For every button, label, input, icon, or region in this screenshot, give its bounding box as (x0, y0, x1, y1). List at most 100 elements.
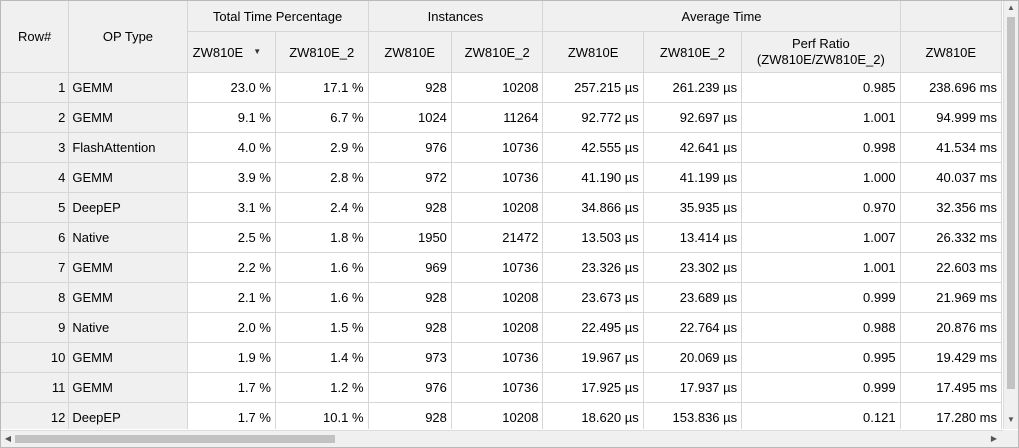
total-time-zw810e-cell[interactable]: 9.1 % (186, 102, 276, 133)
table-row[interactable]: 8 GEMM 2.1 % 1.6 % 928 10208 23.673 µs 23.689 µ… (1, 282, 1003, 313)
op-type-cell[interactable]: Native (68, 222, 188, 253)
average-time-zw810e-cell[interactable]: 41.190 µs (542, 162, 644, 193)
perf-ratio-cell[interactable]: 1.001 (741, 252, 901, 283)
instances-zw810e-cell[interactable]: 973 (367, 342, 452, 373)
perf-ratio-cell[interactable]: 0.999 (741, 282, 901, 313)
next-zw810e-cell[interactable]: 20.876 ms (899, 312, 1003, 343)
next-zw810e-cell[interactable]: 32.356 ms (899, 192, 1003, 223)
perf-ratio-cell[interactable]: 0.121 (741, 402, 901, 429)
next-zw810e-cell[interactable]: 26.332 ms (899, 222, 1003, 253)
header-average-time-zw810e[interactable]: ZW810E (542, 31, 644, 73)
header-total-time-zw810e-2[interactable]: ZW810E_2 (274, 31, 369, 73)
average-time-zw810e-2-cell[interactable]: 17.937 µs (642, 372, 743, 403)
average-time-zw810e-cell[interactable]: 92.772 µs (542, 102, 644, 133)
total-time-zw810e-2-cell[interactable]: 6.7 % (274, 102, 369, 133)
header-op-type[interactable]: OP Type (68, 1, 188, 73)
perf-ratio-cell[interactable]: 0.988 (741, 312, 901, 343)
row-number-cell[interactable]: 6 (1, 222, 70, 253)
next-zw810e-cell[interactable]: 21.969 ms (899, 282, 1003, 313)
total-time-zw810e-2-cell[interactable]: 1.4 % (274, 342, 369, 373)
total-time-zw810e-2-cell[interactable]: 10.1 % (274, 402, 369, 429)
instances-zw810e-cell[interactable]: 976 (367, 372, 452, 403)
op-type-cell[interactable]: DeepEP (68, 192, 188, 223)
table-row[interactable]: 9 Native 2.0 % 1.5 % 928 10208 22.495 µs 22.764… (1, 312, 1003, 343)
instances-zw810e-2-cell[interactable]: 10208 (450, 72, 544, 103)
average-time-zw810e-2-cell[interactable]: 23.689 µs (642, 282, 743, 313)
average-time-zw810e-2-cell[interactable]: 261.239 µs (642, 72, 743, 103)
average-time-zw810e-cell[interactable]: 257.215 µs (542, 72, 644, 103)
instances-zw810e-2-cell[interactable]: 10736 (450, 372, 544, 403)
average-time-zw810e-2-cell[interactable]: 92.697 µs (642, 102, 743, 133)
total-time-zw810e-cell[interactable]: 2.5 % (186, 222, 276, 253)
vertical-scrollbar[interactable]: ▲ ▼ (1003, 1, 1018, 429)
op-type-cell[interactable]: Native (68, 312, 188, 343)
perf-ratio-cell[interactable]: 0.999 (741, 372, 901, 403)
instances-zw810e-2-cell[interactable]: 11264 (450, 102, 544, 133)
header-instances-zw810e-2[interactable]: ZW810E_2 (450, 31, 544, 73)
row-number-cell[interactable]: 4 (1, 162, 70, 193)
instances-zw810e-cell[interactable]: 928 (367, 72, 452, 103)
header-average-time-zw810e-2[interactable]: ZW810E_2 (642, 31, 743, 73)
table-row[interactable]: 7 GEMM 2.2 % 1.6 % 969 10736 23.326 µs 23.302 µ… (1, 252, 1003, 283)
header-row-number[interactable]: Row# (1, 1, 70, 73)
total-time-zw810e-2-cell[interactable]: 1.5 % (274, 312, 369, 343)
average-time-zw810e-cell[interactable]: 13.503 µs (542, 222, 644, 253)
average-time-zw810e-cell[interactable]: 23.673 µs (542, 282, 644, 313)
total-time-zw810e-cell[interactable]: 2.0 % (186, 312, 276, 343)
instances-zw810e-2-cell[interactable]: 10208 (450, 192, 544, 223)
instances-zw810e-2-cell[interactable]: 10736 (450, 342, 544, 373)
op-type-cell[interactable]: GEMM (68, 342, 188, 373)
perf-ratio-cell[interactable]: 1.000 (741, 162, 901, 193)
row-number-cell[interactable]: 12 (1, 402, 70, 429)
op-type-cell[interactable]: GEMM (68, 252, 188, 283)
total-time-zw810e-cell[interactable]: 1.9 % (186, 342, 276, 373)
instances-zw810e-cell[interactable]: 928 (367, 192, 452, 223)
row-number-cell[interactable]: 5 (1, 192, 70, 223)
average-time-zw810e-cell[interactable]: 23.326 µs (542, 252, 644, 283)
instances-zw810e-cell[interactable]: 972 (367, 162, 452, 193)
op-type-cell[interactable]: GEMM (68, 72, 188, 103)
average-time-zw810e-2-cell[interactable]: 42.641 µs (642, 132, 743, 163)
header-total-time-zw810e[interactable]: ZW810E ▼ (186, 31, 276, 73)
total-time-zw810e-2-cell[interactable]: 2.8 % (274, 162, 369, 193)
total-time-zw810e-2-cell[interactable]: 1.6 % (274, 282, 369, 313)
perf-ratio-cell[interactable]: 0.985 (741, 72, 901, 103)
average-time-zw810e-cell[interactable]: 18.620 µs (542, 402, 644, 429)
instances-zw810e-2-cell[interactable]: 10736 (450, 162, 544, 193)
op-type-cell[interactable]: DeepEP (68, 402, 188, 429)
next-zw810e-cell[interactable]: 94.999 ms (899, 102, 1003, 133)
instances-zw810e-cell[interactable]: 969 (367, 252, 452, 283)
instances-zw810e-2-cell[interactable]: 21472 (450, 222, 544, 253)
average-time-zw810e-2-cell[interactable]: 153.836 µs (642, 402, 743, 429)
instances-zw810e-cell[interactable]: 928 (367, 312, 452, 343)
average-time-zw810e-cell[interactable]: 34.866 µs (542, 192, 644, 223)
row-number-cell[interactable]: 1 (1, 72, 70, 103)
scroll-right-icon[interactable]: ▶ (987, 431, 1001, 447)
total-time-zw810e-cell[interactable]: 2.1 % (186, 282, 276, 313)
instances-zw810e-2-cell[interactable]: 10208 (450, 312, 544, 343)
average-time-zw810e-cell[interactable]: 17.925 µs (542, 372, 644, 403)
instances-zw810e-2-cell[interactable]: 10208 (450, 402, 544, 429)
next-zw810e-cell[interactable]: 41.534 ms (899, 132, 1003, 163)
total-time-zw810e-2-cell[interactable]: 1.6 % (274, 252, 369, 283)
scroll-down-icon[interactable]: ▼ (1004, 413, 1018, 427)
next-zw810e-cell[interactable]: 17.280 ms (899, 402, 1003, 429)
row-number-cell[interactable]: 3 (1, 132, 70, 163)
next-zw810e-cell[interactable]: 40.037 ms (899, 162, 1003, 193)
header-perf-ratio[interactable]: Perf Ratio (ZW810E/ZW810E_2) (741, 31, 901, 73)
average-time-zw810e-2-cell[interactable]: 20.069 µs (642, 342, 743, 373)
average-time-zw810e-2-cell[interactable]: 35.935 µs (642, 192, 743, 223)
table-row[interactable]: 1 GEMM 23.0 % 17.1 % 928 10208 257.215 µs 261.2… (1, 72, 1003, 103)
total-time-zw810e-cell[interactable]: 3.9 % (186, 162, 276, 193)
row-number-cell[interactable]: 11 (1, 372, 70, 403)
average-time-zw810e-2-cell[interactable]: 22.764 µs (642, 312, 743, 343)
op-type-cell[interactable]: GEMM (68, 372, 188, 403)
op-type-cell[interactable]: GEMM (68, 102, 188, 133)
instances-zw810e-2-cell[interactable]: 10736 (450, 132, 544, 163)
instances-zw810e-cell[interactable]: 976 (367, 132, 452, 163)
instances-zw810e-cell[interactable]: 928 (367, 402, 452, 429)
perf-ratio-cell[interactable]: 0.998 (741, 132, 901, 163)
table-row[interactable]: 4 GEMM 3.9 % 2.8 % 972 10736 41.190 µs 41.199 µ… (1, 162, 1003, 193)
total-time-zw810e-cell[interactable]: 4.0 % (186, 132, 276, 163)
op-type-cell[interactable]: FlashAttention (68, 132, 188, 163)
